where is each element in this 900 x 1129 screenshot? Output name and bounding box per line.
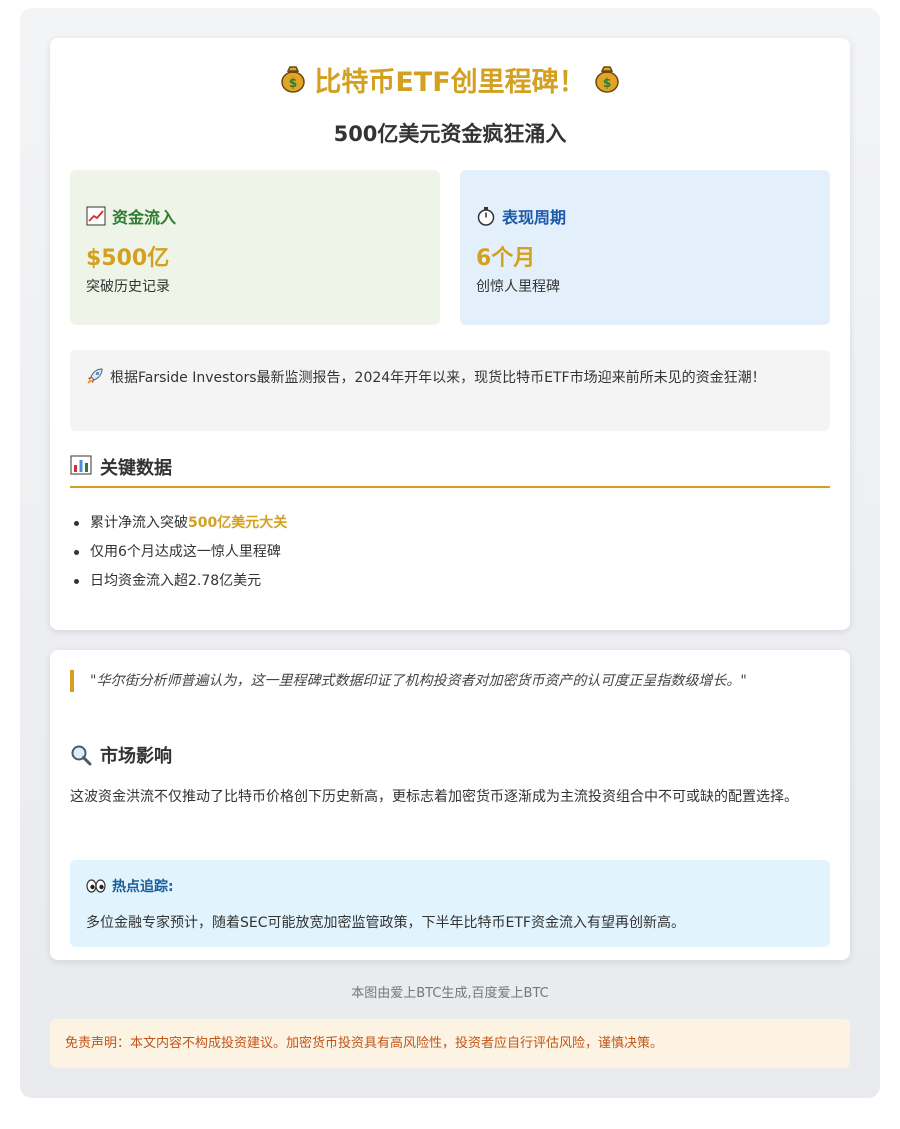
list-item: 累计净流入突破500亿美元大关 [73, 509, 288, 538]
stat-card-period: 表现周期 6个月 创惊人里程碑 [460, 170, 830, 325]
money-bag-icon: $ [280, 63, 306, 100]
page-title: $ 比特币ETF创里程碑！ $ [50, 60, 850, 100]
highlight-text: 500亿美元大关 [188, 515, 288, 531]
bar-chart-icon [70, 455, 92, 475]
stopwatch-icon [476, 206, 496, 226]
rocket-icon [86, 367, 104, 393]
key-data-list: 累计净流入突破500亿美元大关 仅用6个月达成这一惊人里程碑 日均资金流入超2.… [73, 509, 288, 596]
chart-up-icon [86, 206, 106, 226]
stat-desc: 突破历史记录 [86, 279, 170, 295]
page-container: $ 比特币ETF创里程碑！ $ 500亿美元资金疯狂涌入 资金流入 $500亿 … [20, 8, 880, 1098]
stat-card-inflow: 资金流入 $500亿 突破历史记录 [70, 170, 440, 325]
magnifier-icon [70, 744, 92, 766]
svg-text:$: $ [289, 76, 297, 90]
disclaimer: 免责声明：本文内容不构成投资建议。加密货币投资具有高风险性，投资者应自行评估风险… [50, 1019, 850, 1068]
money-bag-icon: $ [594, 63, 620, 100]
footer-note: 本图由爱上BTC生成,百度爱上BTC [351, 986, 549, 1001]
main-card: $ 比特币ETF创里程碑！ $ 500亿美元资金疯狂涌入 资金流入 $500亿 … [50, 38, 850, 630]
market-title-text: 市场影响 [100, 746, 172, 767]
hot-tracking-text: 多位金融专家预计，随着SEC可能放宽加密监管政策，下半年比特币ETF资金流入有望… [86, 915, 685, 931]
key-data-title: 关键数据 [70, 454, 830, 488]
list-item: 仅用6个月达成这一惊人里程碑 [73, 538, 287, 567]
list-item: 日均资金流入超2.78亿美元 [73, 567, 287, 596]
stat-heading: 资金流入 [112, 208, 177, 227]
page-subtitle: 500亿美元资金疯狂涌入 [333, 122, 567, 146]
market-impact-title: 市场影响 [70, 742, 172, 768]
stat-desc: 创惊人里程碑 [476, 279, 560, 295]
analyst-quote: "华尔街分析师普遍认为，这一里程碑式数据印证了机构投资者对加密货币资产的认可度正… [70, 670, 800, 692]
svg-text:$: $ [602, 76, 610, 90]
hot-title-text: 热点追踪: [112, 879, 174, 895]
title-text: 比特币ETF创里程碑！ [314, 67, 586, 98]
hot-tracking-box: 热点追踪: 多位金融专家预计，随着SEC可能放宽加密监管政策，下半年比特币ETF… [70, 860, 830, 947]
stat-value: $500亿 [86, 246, 170, 271]
hot-tracking-title: 热点追踪: [86, 876, 174, 896]
stat-heading: 表现周期 [502, 208, 567, 227]
analysis-card: "华尔街分析师普遍认为，这一里程碑式数据印证了机构投资者对加密货币资产的认可度正… [50, 650, 850, 960]
key-data-title-text: 关键数据 [100, 458, 172, 479]
intro-text: 根据Farside Investors最新监测报告，2024年开年以来，现货比特… [110, 370, 766, 386]
intro-box: 根据Farside Investors最新监测报告，2024年开年以来，现货比特… [70, 350, 830, 431]
stat-value: 6个月 [476, 246, 536, 271]
eyes-icon [86, 878, 106, 894]
market-impact-text: 这波资金洪流不仅推动了比特币价格创下历史新高，更标志着加密货币逐渐成为主流投资组… [70, 789, 798, 805]
